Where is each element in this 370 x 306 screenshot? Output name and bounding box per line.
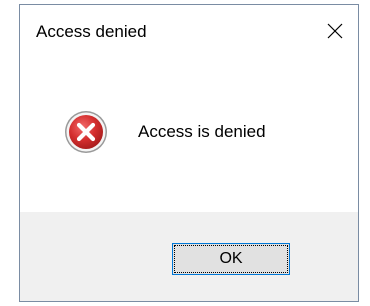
dialog-button-bar: OK [20,212,358,301]
error-icon [64,110,108,154]
dialog-content: Access is denied [20,57,358,212]
desktop-background: Access denied Access is denied OK [0,0,370,306]
dialog-titlebar[interactable]: Access denied [20,5,358,57]
dialog-title: Access denied [36,22,147,41]
close-button[interactable] [312,5,358,57]
close-icon [327,23,343,39]
access-denied-dialog: Access denied Access is denied OK [19,4,359,302]
ok-button[interactable]: OK [172,243,290,275]
dialog-message: Access is denied [138,122,266,141]
ok-button-label: OK [174,245,288,273]
